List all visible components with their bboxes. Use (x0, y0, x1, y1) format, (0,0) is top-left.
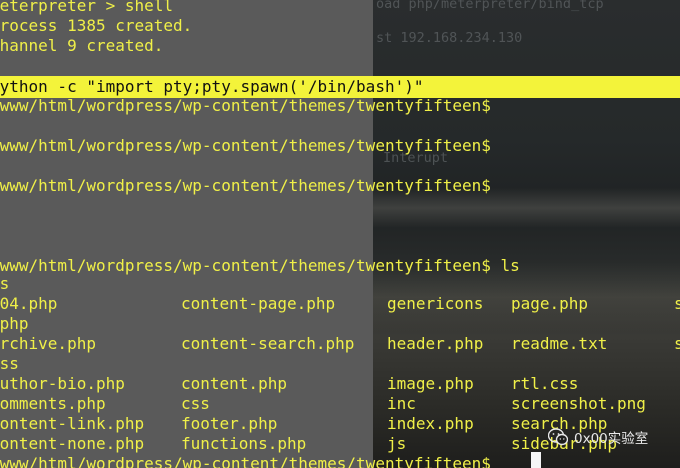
background-window-text: st 192.168.234.130 (376, 30, 523, 46)
shell-prompt: <www/html/wordpress/wp-content/themes/tw… (0, 176, 491, 195)
terminal-line: Process 1385 created. (0, 16, 193, 35)
ls-echo: ls (0, 274, 10, 293)
file-entry: 404.php (0, 294, 58, 313)
file-entry: content-search.php (181, 334, 355, 353)
file-entry: js (387, 434, 407, 453)
file-entry: readme.txt (511, 334, 608, 353)
file-entry: content-link.php (0, 414, 145, 433)
terminal-line: Channel 9 created. (0, 36, 164, 55)
file-entry: content-page.php (181, 294, 336, 313)
terminal-cursor (531, 452, 541, 468)
wechat-icon (548, 428, 568, 446)
file-entry: genericons (387, 294, 484, 313)
background-window-text: oad php/meterpreter/bind_tcp (376, 0, 604, 12)
file-entry: footer.php (181, 414, 278, 433)
file-entry: author-bio.php (0, 374, 125, 393)
file-entry: .php (0, 314, 29, 333)
file-entry: functions.php (181, 434, 307, 453)
watermark-text: 0x00实验室 (574, 431, 649, 447)
file-entry: css (181, 394, 210, 413)
file-entry: comments.php (0, 394, 106, 413)
shell-prompt: <www/html/wordpress/wp-content/themes/tw… (0, 136, 491, 155)
shell-prompt: <www/html/wordpress/wp-content/themes/tw… (0, 454, 491, 468)
file-entry: screenshot.png (511, 394, 646, 413)
file-entry: index.php (387, 414, 474, 433)
terminal-line: meterpreter > shell (0, 0, 174, 15)
shell-prompt: <www/html/wordpress/wp-content/themes/tw… (0, 256, 520, 275)
file-entry: s (674, 294, 680, 313)
file-entry: inc (387, 394, 416, 413)
file-entry: image.php (387, 374, 474, 393)
terminal-screenshot: oad php/meterpreter/bind_tcp st 192.168.… (0, 0, 680, 468)
highlighted-command: python -c "import pty;pty.spawn('/bin/ba… (0, 77, 424, 96)
file-entry: page.php (511, 294, 589, 313)
file-entry: rtl.css (511, 374, 579, 393)
file-entry: header.php (387, 334, 484, 353)
shell-prompt: <www/html/wordpress/wp-content/themes/tw… (0, 96, 491, 115)
file-entry: content.php (181, 374, 287, 393)
watermark: 0x00实验室 (548, 425, 648, 449)
file-entry: s (674, 334, 680, 353)
file-entry: content-none.php (0, 434, 145, 453)
file-entry: archive.php (0, 334, 96, 353)
file-entry: css (0, 354, 19, 373)
